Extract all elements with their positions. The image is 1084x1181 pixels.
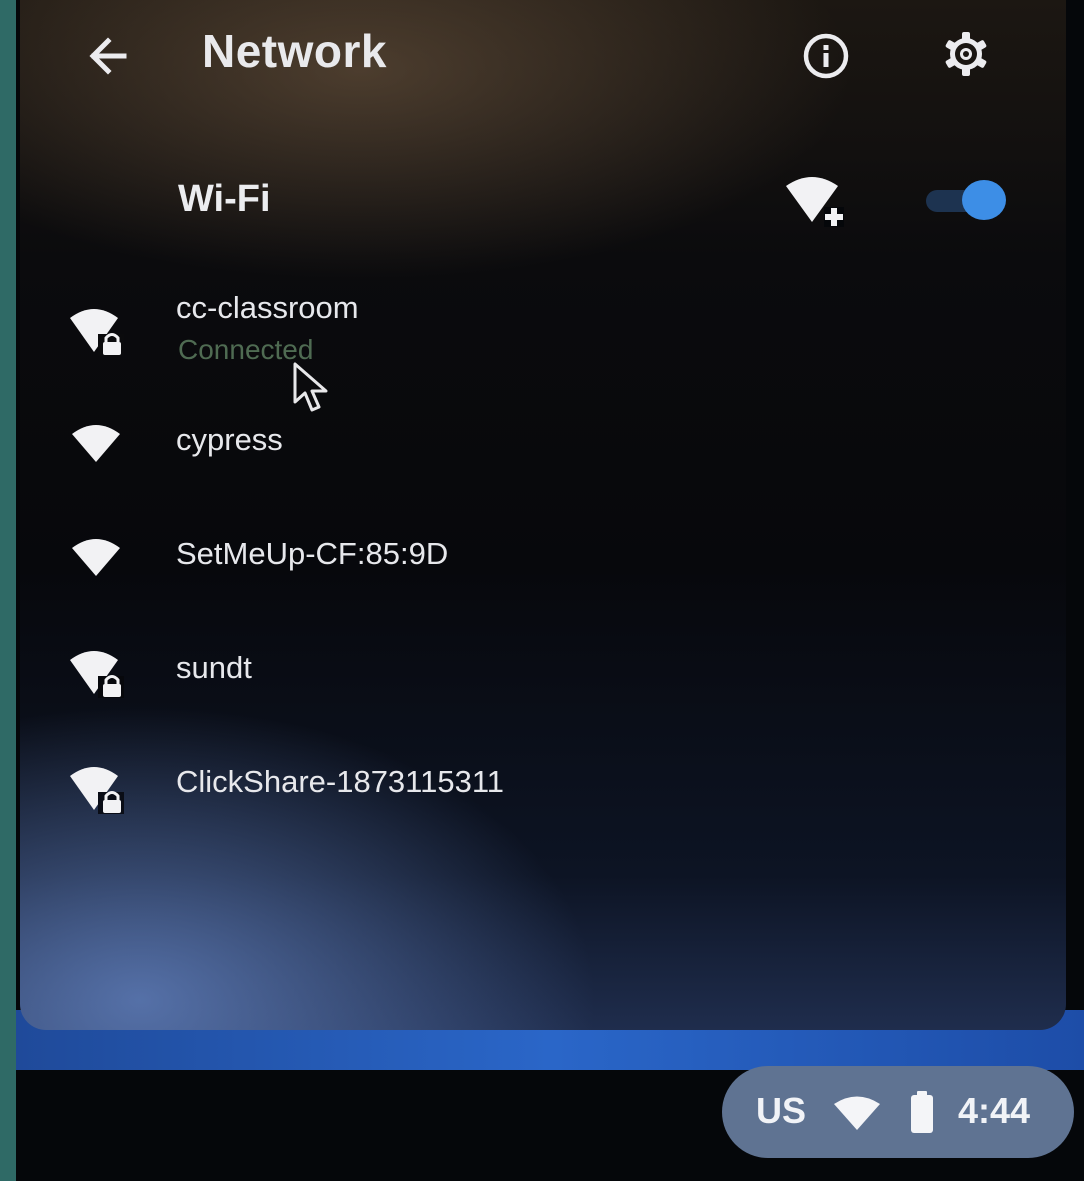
wifi-icon	[72, 539, 120, 576]
gear-icon	[945, 32, 987, 76]
wifi-icon	[72, 425, 120, 462]
wifi-toggle[interactable]	[920, 180, 1010, 220]
network-panel: Network Wi-Fi cc-classroom Connected cyp…	[20, 0, 1066, 1030]
arrow-back-icon	[89, 37, 127, 75]
system-tray[interactable]: US 4:44	[722, 1066, 1074, 1158]
screen: Network Wi-Fi cc-classroom Connected cyp…	[16, 0, 1084, 1181]
input-language: US	[756, 1090, 807, 1131]
network-name: SetMeUp-CF:85:9D	[176, 536, 449, 571]
info-button[interactable]	[798, 28, 854, 84]
battery-icon	[911, 1091, 933, 1133]
wifi-label: Wi-Fi	[178, 178, 271, 220]
page-title: Network	[202, 25, 387, 77]
network-item-sundt[interactable]: sundt	[20, 648, 1066, 738]
toggle-knob	[962, 180, 1006, 220]
network-item-cypress[interactable]: cypress	[20, 420, 1066, 510]
back-button[interactable]	[80, 28, 136, 84]
clock: 4:44	[958, 1090, 1031, 1131]
panel-header: Network	[20, 0, 1066, 110]
info-icon	[803, 33, 849, 79]
wifi-secured-icon	[70, 651, 124, 698]
wifi-add-icon	[786, 177, 844, 227]
network-item-cc-classroom[interactable]: cc-classroom Connected	[20, 290, 1066, 380]
network-item-setmeup[interactable]: SetMeUp-CF:85:9D	[20, 534, 1066, 624]
wifi-secured-icon	[70, 767, 124, 814]
wifi-icon	[834, 1096, 880, 1130]
network-name: cypress	[176, 422, 283, 457]
wifi-section-header: Wi-Fi	[20, 160, 1066, 240]
network-name: ClickShare-1873115311	[176, 764, 505, 799]
wifi-secured-icon	[70, 309, 124, 356]
network-name: cc-classroom	[176, 290, 359, 325]
network-item-clickshare[interactable]: ClickShare-1873115311	[20, 762, 1066, 852]
add-network-button[interactable]	[784, 174, 850, 230]
mouse-cursor-icon	[293, 362, 328, 412]
network-name: sundt	[176, 650, 252, 685]
settings-button[interactable]	[938, 26, 994, 82]
